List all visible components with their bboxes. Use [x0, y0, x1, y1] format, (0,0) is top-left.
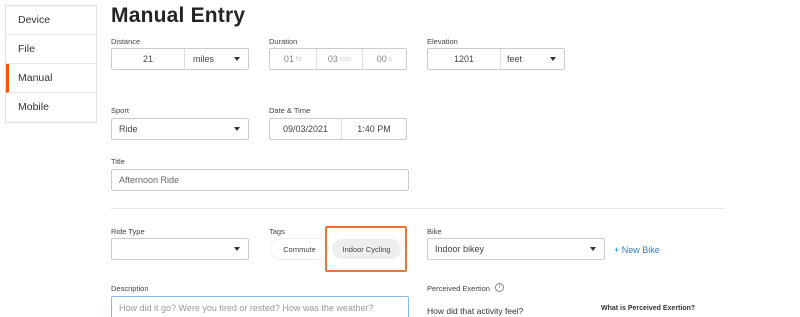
elevation-field: 1201 feet [427, 48, 565, 70]
date-input[interactable]: 09/03/2021 [270, 119, 341, 139]
new-bike-link[interactable]: + New Bike [614, 245, 660, 255]
time-input[interactable]: 1:40 PM [341, 119, 406, 139]
bike-select[interactable]: Indoor bikey [427, 238, 605, 260]
ride-type-label: Ride Type [111, 227, 145, 236]
distance-field: 21 miles [111, 48, 249, 70]
duration-minutes-unit: min [339, 55, 352, 63]
title-value: Afternoon Ride [119, 175, 180, 185]
description-label: Description [111, 284, 149, 293]
distance-unit: miles [193, 54, 215, 64]
section-divider [111, 208, 725, 209]
elevation-unit: feet [507, 54, 523, 64]
page-title: Manual Entry [111, 4, 246, 27]
description-placeholder: How did it go? Were you tired or rested?… [119, 303, 374, 313]
upload-sidebar: Device File Manual Mobile [5, 5, 97, 123]
elevation-unit-select[interactable]: feet [500, 49, 564, 69]
ride-type-select[interactable] [111, 238, 249, 260]
info-icon[interactable]: i [495, 283, 504, 292]
title-label: Title [111, 157, 125, 166]
sidebar-item-device[interactable]: Device [6, 6, 96, 35]
bike-label: Bike [427, 227, 442, 236]
sport-label: Sport [111, 106, 129, 115]
chevron-down-icon [234, 247, 240, 251]
distance-input[interactable]: 21 [112, 49, 184, 69]
duration-seconds: 00 [376, 54, 387, 64]
distance-value: 21 [142, 54, 153, 64]
sport-select[interactable]: Ride [111, 118, 249, 140]
chevron-down-icon [234, 127, 240, 131]
elevation-label: Elevation [427, 37, 458, 46]
distance-label: Distance [111, 37, 141, 46]
duration-hours-input[interactable]: 01 hr [270, 49, 316, 69]
perceived-exertion-question: How did that activity feel? [427, 306, 524, 316]
sidebar-item-manual[interactable]: Manual [6, 64, 96, 93]
duration-label: Duration [269, 37, 298, 46]
sidebar-item-mobile[interactable]: Mobile [6, 93, 96, 122]
duration-hours-unit: hr [295, 55, 303, 63]
tags-label: Tags [269, 227, 285, 236]
sport-value: Ride [119, 124, 138, 134]
duration-minutes-input[interactable]: 03 min [316, 49, 362, 69]
duration-minutes: 03 [327, 54, 338, 64]
highlight-outline [325, 226, 407, 272]
title-input[interactable]: Afternoon Ride [111, 169, 409, 191]
sidebar-item-file[interactable]: File [6, 35, 96, 64]
datetime-field: 09/03/2021 1:40 PM [269, 118, 407, 140]
distance-unit-select[interactable]: miles [184, 49, 248, 69]
date-value: 09/03/2021 [282, 124, 329, 134]
tag-commute[interactable]: Commute [271, 239, 328, 259]
duration-hours: 01 [283, 54, 294, 64]
duration-field: 01 hr 03 min 00 s [269, 48, 407, 70]
what-is-perceived-exertion-link[interactable]: What is Perceived Exertion? [601, 305, 695, 312]
time-value: 1:40 PM [357, 124, 391, 134]
description-textarea[interactable]: How did it go? Were you tired or rested?… [111, 296, 409, 317]
elevation-value: 1201 [453, 54, 475, 64]
duration-seconds-unit: s [388, 55, 393, 63]
chevron-down-icon [234, 57, 240, 61]
chevron-down-icon [550, 57, 556, 61]
duration-seconds-input[interactable]: 00 s [362, 49, 406, 69]
bike-value: Indoor bikey [435, 244, 485, 254]
chevron-down-icon [590, 247, 596, 251]
elevation-input[interactable]: 1201 [428, 49, 500, 69]
perceived-exertion-label: Perceived Exertion [427, 284, 490, 293]
datetime-label: Date & Time [269, 106, 311, 115]
